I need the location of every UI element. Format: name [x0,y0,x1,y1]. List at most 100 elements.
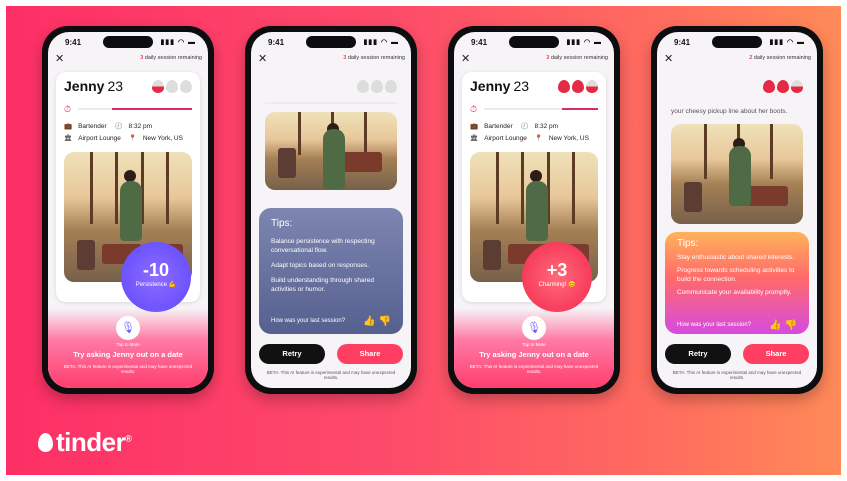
phone-mockup-2: 9:41 ▮▮▮ ◠ ▬ ✕ 3 daily session remaining… [245,26,417,394]
clock-icon: 🕗 [114,123,123,130]
beta-disclaimer: BETA: This AI feature is experimental an… [63,364,193,374]
flame-icon [371,80,383,93]
status-bar: 9:41 ▮▮▮ ◠ ▬ [454,38,614,50]
retry-button[interactable]: Retry [665,344,731,364]
tips-card: Tips: Stay enthusiastic about shared int… [665,232,809,334]
tips-title: Tips: [677,238,699,249]
flame-meter [556,80,598,96]
status-time: 9:41 [674,38,691,47]
profile-card: Jenny 23 ⏱ 💼 Bartender 🕗 8:32 pm 🏛 Airport L… [462,72,606,312]
thumbs-down-icon[interactable]: 👎 [379,316,391,327]
share-button[interactable]: Share [743,344,809,364]
phone-screen: 9:41 ▮▮▮ ◠ ▬ ✕ 3 daily session remaining… [251,32,411,388]
sessions-remaining: 3 daily session remaining [343,55,405,61]
job-time-row: 💼 Bartender 🕗 8:32 pm [470,123,559,130]
place-location-row: 🏛 Airport Lounge 📍 New York, US [64,135,183,142]
briefcase-icon: 💼 [470,123,479,130]
profile-photo [265,112,397,190]
flame-logo-icon [38,433,53,452]
place-location-row: 🏛 Airport Lounge 📍 New York, US [470,135,589,142]
sessions-remaining: 2 daily session remaining [749,55,811,61]
feedback-row: How was your last session? 👍 👎 [271,316,391,327]
profile-name: Jenny 23 [470,78,530,94]
tap-to-mute-label: Tap to Mute [522,342,546,347]
retry-button[interactable]: Retry [259,344,325,364]
score-bubble: +3 Charming! 😊 [522,242,592,312]
tap-to-mute-label: Tap to Mute [116,342,140,347]
tips-title: Tips: [271,218,293,229]
sessions-remaining: 3 daily session remaining [140,55,202,61]
session-progress-bar [484,108,598,110]
flame-icon [357,80,369,93]
flame-icon [152,80,164,93]
timer-icon: ⏱ [64,104,72,114]
phone-mockup-3: 9:41 ▮▮▮ ◠ ▬ ✕ 3 daily session remaining… [448,26,620,394]
action-buttons: Retry Share [259,344,403,364]
feedback-question: How was your last session? [271,318,346,324]
status-time: 9:41 [268,38,285,47]
voice-footer: 🎙 Tap to Mute Try asking Jenny out on a … [48,308,208,388]
close-icon[interactable]: ✕ [55,52,64,65]
flame-icon [586,80,598,93]
flame-icon [166,80,178,93]
tip-item: Adapt topics based on responses. [271,262,369,269]
share-button[interactable]: Share [337,344,403,364]
thumbs-up-icon[interactable]: 👍 [769,320,781,331]
score-bubble: -10 Persistence 💪 [121,242,191,312]
microphone-icon[interactable]: 🎙 [522,316,546,340]
tip-item: Communicate your availability promptly. [677,289,792,296]
thumbs-up-icon[interactable]: 👍 [363,316,375,327]
location-pin-icon: 📍 [128,135,137,142]
top-bar: ✕ 2 daily session remaining [657,52,817,66]
timer-icon: ⏱ [470,104,478,114]
briefcase-icon: 💼 [64,123,73,130]
feedback-row: How was your last session? 👍 👎 [677,320,797,331]
phone-mockup-1: 9:41 ▮▮▮ ◠ ▬ ✕ 3 daily session remaining… [42,26,214,394]
signal-wifi-battery-icon: ▮▮▮ ◠ ▬ [566,39,602,46]
tinder-logo: tinder® [38,427,132,458]
flame-meter [150,80,192,96]
flame-icon [777,80,789,93]
status-bar: 9:41 ▮▮▮ ◠ ▬ [657,38,817,50]
tip-item: Progress towards scheduling activities t… [677,267,795,283]
profile-photo [671,124,803,224]
location-pin-icon: 📍 [534,135,543,142]
signal-wifi-battery-icon: ▮▮▮ ◠ ▬ [363,39,399,46]
signal-wifi-battery-icon: ▮▮▮ ◠ ▬ [160,39,196,46]
flame-icon [572,80,584,93]
building-icon: 🏛 [64,135,73,142]
profile-name: Jenny 23 [64,78,124,94]
flame-icon [180,80,192,93]
top-bar: ✕ 3 daily session remaining [454,52,614,66]
clock-icon: 🕗 [520,123,529,130]
session-progress-bar [78,108,192,110]
prompt-text: Try asking Jenny out on a date [73,350,183,359]
top-bar: ✕ 3 daily session remaining [48,52,208,66]
profile-card: Jenny 23 ⏱ 💼 Bartender 🕗 8:32 pm 🏛 Airport L… [56,72,200,312]
status-time: 9:41 [471,38,488,47]
building-icon: 🏛 [470,135,479,142]
status-bar: 9:41 ▮▮▮ ◠ ▬ [251,38,411,50]
conversation-snippet: your cheesy pickup line about her boots. [671,108,788,115]
status-time: 9:41 [65,38,82,47]
session-progress-bar [265,102,397,104]
phone-screen: 9:41 ▮▮▮ ◠ ▬ ✕ 3 daily session remaining… [48,32,208,388]
thumbs-down-icon[interactable]: 👎 [785,320,797,331]
sessions-remaining: 3 daily session remaining [546,55,608,61]
phone-screen: 9:41 ▮▮▮ ◠ ▬ ✕ 2 daily session remaining… [657,32,817,388]
microphone-icon[interactable]: 🎙 [116,316,140,340]
tip-item: Build understanding through shared activ… [271,277,374,293]
close-icon[interactable]: ✕ [258,52,267,65]
close-icon[interactable]: ✕ [461,52,470,65]
job-time-row: 💼 Bartender 🕗 8:32 pm [64,123,153,130]
signal-wifi-battery-icon: ▮▮▮ ◠ ▬ [769,39,805,46]
tip-item: Stay enthusiastic about shared interests… [677,254,795,261]
beta-disclaimer: BETA: This AI feature is experimental an… [469,364,599,374]
tips-card: Tips: Balance persistence with respectin… [259,208,403,334]
flame-meter [761,80,803,96]
flame-meter [355,80,397,96]
top-bar: ✕ 3 daily session remaining [251,52,411,66]
close-icon[interactable]: ✕ [664,52,673,65]
action-buttons: Retry Share [665,344,809,364]
phone-screen: 9:41 ▮▮▮ ◠ ▬ ✕ 3 daily session remaining… [454,32,614,388]
